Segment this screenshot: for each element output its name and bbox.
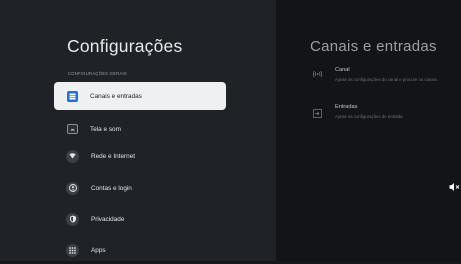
apps-grid-icon <box>66 243 79 257</box>
menu-item-label: Apps <box>91 246 106 254</box>
menu-item-label: Rede e Internet <box>91 152 136 160</box>
menu-item-apps[interactable]: Apps <box>54 236 226 264</box>
menu-item-rede-e-internet[interactable]: Rede e Internet <box>54 142 226 170</box>
antenna-icon <box>312 69 322 79</box>
input-source-icon <box>67 90 78 102</box>
menu-item-privacidade[interactable]: Privacidade <box>54 205 226 233</box>
volume-mute-icon <box>449 179 461 191</box>
privacy-shield-icon <box>66 212 79 226</box>
detail-item-canal[interactable]: Canal Ajuste as configurações do canal e… <box>312 67 461 93</box>
detail-item-title: Canal <box>335 67 350 73</box>
detail-item-desc: Ajuste as configurações do canal e procu… <box>335 77 438 82</box>
detail-item-entradas[interactable]: Entradas Ajuste as configurações de entr… <box>312 104 461 124</box>
detail-item-title: Entradas <box>335 104 358 110</box>
section-label: CONFIGURAÇÕES GERAIS <box>68 71 127 76</box>
account-icon <box>66 181 79 195</box>
menu-item-label: Tela e som <box>90 125 121 133</box>
wifi-icon <box>66 149 79 163</box>
menu-item-canais-e-entradas[interactable]: Canais e entradas <box>54 82 226 110</box>
page-title: Configurações <box>67 36 183 56</box>
display-icon <box>67 124 78 134</box>
detail-item-desc: Ajuste as configurações de entrada. <box>335 114 404 119</box>
menu-item-tela-e-som[interactable]: Tela e som <box>54 115 226 143</box>
menu-item-label: Contas e login <box>91 184 132 192</box>
input-icon <box>312 108 322 118</box>
menu-item-contas-e-login[interactable]: Contas e login <box>54 174 226 202</box>
detail-title: Canais e entradas <box>310 38 437 55</box>
menu-item-label: Privacidade <box>91 215 125 223</box>
menu-item-label: Canais e entradas <box>90 92 142 100</box>
